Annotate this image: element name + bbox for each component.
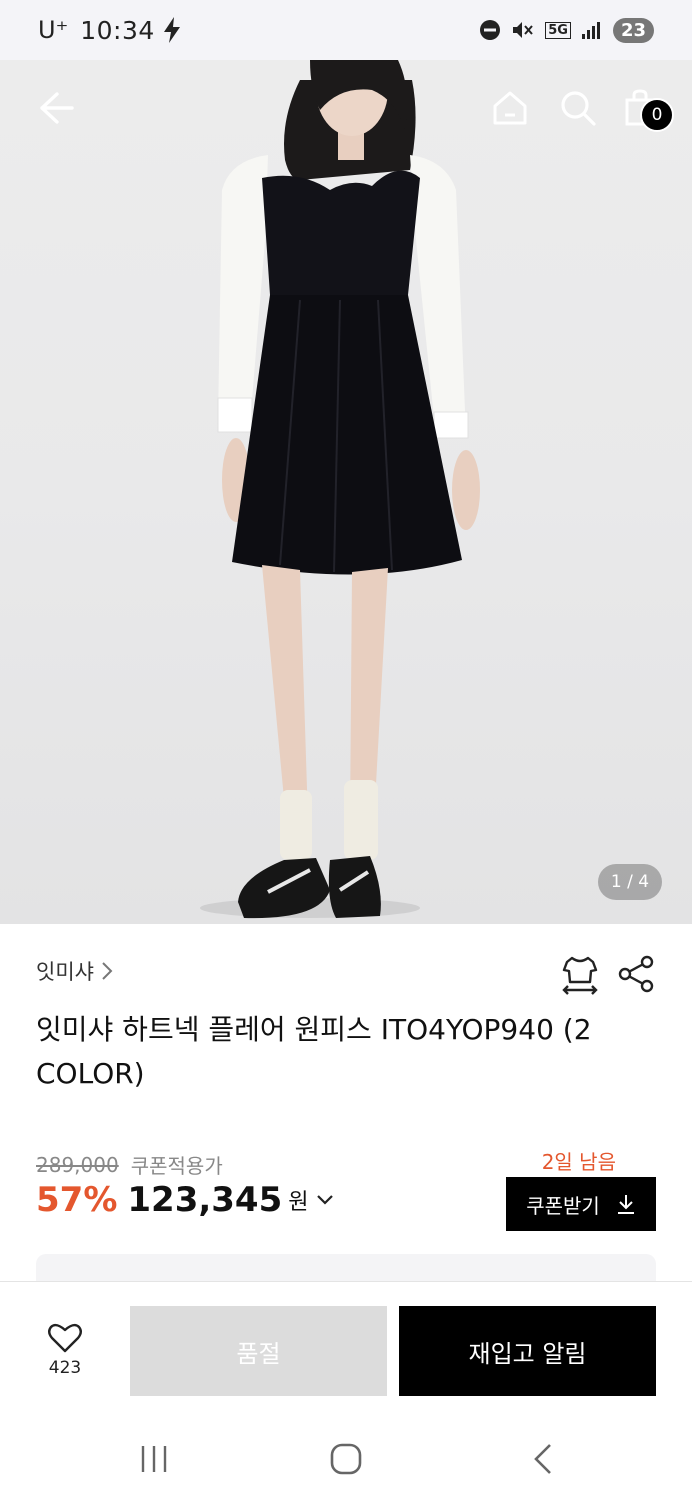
- search-icon: [561, 91, 596, 126]
- home-button[interactable]: [488, 84, 532, 132]
- cart-count-badge: 0: [640, 98, 674, 132]
- home-nav-icon[interactable]: [328, 1441, 364, 1477]
- recent-apps-icon[interactable]: [136, 1441, 172, 1477]
- battery-indicator: 23: [612, 17, 654, 43]
- sold-out-button[interactable]: 품절: [130, 1306, 387, 1396]
- get-coupon-label: 쿠폰받기: [526, 1193, 600, 1218]
- product-title: 잇미샤 하트넥 플레어 원피스 ITO4YOP940 (2 COLOR): [36, 1013, 592, 1090]
- status-bar: U⁺ 10:34 5G 23: [0, 0, 692, 60]
- search-button[interactable]: [556, 84, 600, 132]
- brand-name: 잇미샤: [36, 960, 94, 984]
- wishlist-count: 423: [48, 1358, 82, 1378]
- get-coupon-button[interactable]: 쿠폰받기: [506, 1177, 656, 1231]
- coupon-applied-label: 쿠폰적용가: [130, 1154, 223, 1178]
- status-right: 5G 23: [479, 17, 654, 43]
- status-left: U⁺ 10:34: [38, 16, 183, 45]
- mute-icon: [513, 22, 533, 38]
- network-type: 5G: [545, 21, 571, 39]
- restock-alert-button[interactable]: 재입고 알림: [399, 1306, 656, 1396]
- clock: 10:34: [80, 15, 155, 45]
- sale-price: 123,345: [127, 1180, 283, 1220]
- currency-unit: 원: [288, 1190, 309, 1215]
- wishlist-button[interactable]: 423: [40, 1322, 90, 1378]
- size-guide-icon[interactable]: [558, 952, 602, 996]
- download-icon: [617, 1195, 634, 1214]
- system-navigation-bar: [0, 1415, 692, 1500]
- bottom-action-bar: 423 품절 재입고 알림: [0, 1281, 692, 1415]
- carrier-label: U⁺: [38, 16, 69, 44]
- home-icon: [493, 91, 527, 125]
- product-photo: [200, 60, 480, 919]
- do-not-disturb-icon: [480, 20, 501, 40]
- product-image-carousel[interactable]: 0 1 / 4: [0, 60, 692, 924]
- discount-rate: 57%: [36, 1180, 118, 1220]
- image-page-indicator: 1 / 4: [598, 864, 662, 900]
- charging-bolt-icon: [163, 17, 180, 43]
- hero-top-nav: 0: [0, 84, 692, 140]
- original-price-row: 289,000 쿠폰적용가: [36, 1150, 223, 1179]
- arrow-left-icon: [40, 92, 74, 124]
- signal-icon: [581, 22, 600, 39]
- back-nav-icon[interactable]: [526, 1441, 562, 1477]
- product-detail-screen: U⁺ 10:34 5G 23 0 1 / 4 잇미샤 잇미샤 하트넥 플레어 원…: [0, 0, 692, 1500]
- coupon-days-left: 2일 남음: [541, 1150, 616, 1174]
- price-row[interactable]: 57% 123,345 원: [36, 1180, 335, 1220]
- chevron-down-icon: [316, 1195, 333, 1205]
- chevron-right-icon: [102, 962, 113, 980]
- back-button[interactable]: [32, 84, 80, 132]
- share-icon[interactable]: [614, 952, 658, 996]
- heart-icon: [48, 1323, 82, 1353]
- brand-link[interactable]: 잇미샤: [36, 956, 114, 986]
- original-price: 289,000: [36, 1152, 119, 1177]
